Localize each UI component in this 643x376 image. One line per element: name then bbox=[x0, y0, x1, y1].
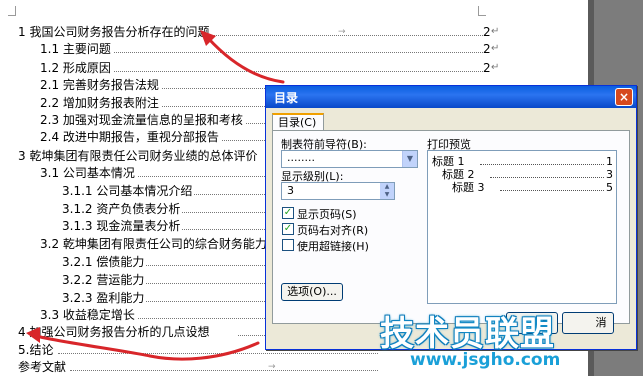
toc-entry-3-1-1[interactable]: 3.1.1 公司基本情况介绍 bbox=[62, 183, 265, 199]
toc-entry-text: 3.2.3 盈利能力 bbox=[62, 290, 147, 306]
dialog-title: 目录 bbox=[274, 91, 299, 105]
toc-entry-3-2-3[interactable]: 3.2.3 盈利能力 bbox=[62, 290, 265, 306]
page-corner-mark bbox=[8, 6, 16, 16]
toc-entry-3-3[interactable]: 3.3 收益稳定增长 bbox=[40, 307, 265, 323]
options-button[interactable]: 选项(O)... bbox=[281, 283, 343, 301]
page-corner-mark bbox=[478, 6, 486, 16]
toc-entry-3-1-3[interactable]: 3.1.3 现金流量表分析 bbox=[62, 218, 265, 234]
toc-entry-text: 3.1.3 现金流量表分析 bbox=[62, 218, 183, 234]
toc-entry-text: 5.结论 bbox=[18, 342, 56, 358]
toc-entry-2-3[interactable]: 2.3 加强对现金流量信息的呈报和考核 bbox=[40, 112, 265, 128]
right-align-checkbox[interactable]: ✓ bbox=[282, 223, 294, 235]
toc-page-number: 2 bbox=[483, 42, 491, 56]
chevron-down-icon[interactable]: ▼ bbox=[402, 151, 417, 167]
levels-value: 3 bbox=[287, 184, 294, 197]
close-button[interactable]: × bbox=[615, 88, 633, 106]
toc-entry-text: 3.2.2 营运能力 bbox=[62, 272, 147, 288]
toc-entry-text: 4 加强公司财务报告分析的几点设想 bbox=[18, 324, 212, 340]
toc-entry-1[interactable]: 1 我国公司财务报告分析存在的问题 → 2 ↵ bbox=[18, 24, 499, 40]
use-hyperlinks-label: 使用超链接(H) bbox=[297, 240, 369, 253]
show-levels-spinner[interactable]: 3 ▲ ▼ bbox=[281, 182, 395, 200]
toc-entry-2-2[interactable]: 2.2 增加财务报表附注 bbox=[40, 95, 265, 111]
toc-page-number: 2 bbox=[483, 25, 491, 39]
toc-entry-text: 3.1.2 资产负债表分析 bbox=[62, 201, 183, 217]
spinner-arrows-icon[interactable]: ▲ ▼ bbox=[380, 183, 394, 199]
toc-entry-3-1[interactable]: 3.1 公司基本情况 bbox=[40, 165, 265, 181]
dialog-titlebar[interactable]: 目录 × bbox=[266, 86, 636, 108]
toc-entry-text: 3.3 收益稳定增长 bbox=[40, 307, 137, 323]
toc-entry-3[interactable]: 3 乾坤集团有限责任公司财务业绩的总体评价 bbox=[18, 148, 265, 164]
show-page-numbers-checkbox[interactable]: ✓ bbox=[282, 207, 294, 219]
site-watermark: 技术员联盟 www.jsgho.com bbox=[380, 306, 605, 376]
toc-entry-text: 2.3 加强对现金流量信息的呈报和考核 bbox=[40, 112, 245, 128]
toc-entry-text: 3.2 乾坤集团有限责任公司的综合财务能力 bbox=[40, 236, 269, 252]
use-hyperlinks-checkbox[interactable] bbox=[282, 239, 294, 251]
tab-toc[interactable]: 目录(C) bbox=[272, 113, 324, 131]
toc-entry-3-2[interactable]: 3.2 乾坤集团有限责任公司的综合财务能力 bbox=[40, 236, 269, 252]
right-align-label: 页码右对齐(R) bbox=[297, 224, 369, 237]
toc-entry-text: 2.4 改进中期报告，重视分部报告 bbox=[40, 129, 221, 145]
toc-entry-references[interactable]: 参考文献 → bbox=[18, 359, 378, 375]
toc-page-number: 2 bbox=[483, 61, 491, 75]
toc-entry-text: 3 乾坤集团有限责任公司财务业绩的总体评价 bbox=[18, 148, 260, 164]
toc-entry-1-2[interactable]: 1.2 形成原因 2 ↵ bbox=[40, 60, 499, 76]
toc-entry-3-2-1[interactable]: 3.2.1 偿债能力 bbox=[62, 254, 265, 270]
toc-entry-text: 1.1 主要问题 bbox=[40, 41, 113, 57]
show-page-numbers-label: 显示页码(S) bbox=[297, 208, 357, 221]
toc-entry-3-2-2[interactable]: 3.2.2 营运能力 bbox=[62, 272, 265, 288]
toc-entry-text: 1.2 形成原因 bbox=[40, 60, 113, 76]
close-icon: × bbox=[618, 90, 630, 104]
watermark-logo-text: 技术员联盟 bbox=[380, 314, 555, 354]
preview-level-1: 标题 1 1 bbox=[432, 155, 613, 168]
toc-entry-text: 3.1.1 公司基本情况介绍 bbox=[62, 183, 195, 199]
watermark-url: www.jsgho.com bbox=[410, 350, 561, 370]
preview-level-3: 标题 3 5 bbox=[452, 181, 613, 194]
tab-leader-select[interactable]: ........ ▼ bbox=[281, 150, 418, 168]
toc-entry-text: 2.1 完善财务报告法规 bbox=[40, 77, 161, 93]
toc-entry-text: 3.1 公司基本情况 bbox=[40, 165, 137, 181]
print-preview-box: 标题 1 1 标题 2 3 标题 3 5 bbox=[427, 150, 617, 304]
toc-entry-1-1[interactable]: 1.1 主要问题 2 ↵ bbox=[40, 41, 499, 57]
toc-entry-text: 1 我国公司财务报告分析存在的问题 bbox=[18, 24, 212, 40]
toc-entry-3-1-2[interactable]: 3.1.2 资产负债表分析 bbox=[62, 201, 265, 217]
toc-entry-text: 3.2.1 偿债能力 bbox=[62, 254, 147, 270]
preview-level-2: 标题 2 3 bbox=[442, 168, 613, 181]
toc-entry-4[interactable]: 4 加强公司财务报告分析的几点设想 bbox=[18, 324, 265, 340]
toc-entry-text: 2.2 增加财务报表附注 bbox=[40, 95, 161, 111]
toc-entry-text: 参考文献 bbox=[18, 359, 69, 375]
toc-entry-2-4[interactable]: 2.4 改进中期报告，重视分部报告 bbox=[40, 129, 265, 145]
toc-entry-2-1[interactable]: 2.1 完善财务报告法规 bbox=[40, 77, 265, 93]
leader-value: ........ bbox=[287, 151, 315, 164]
